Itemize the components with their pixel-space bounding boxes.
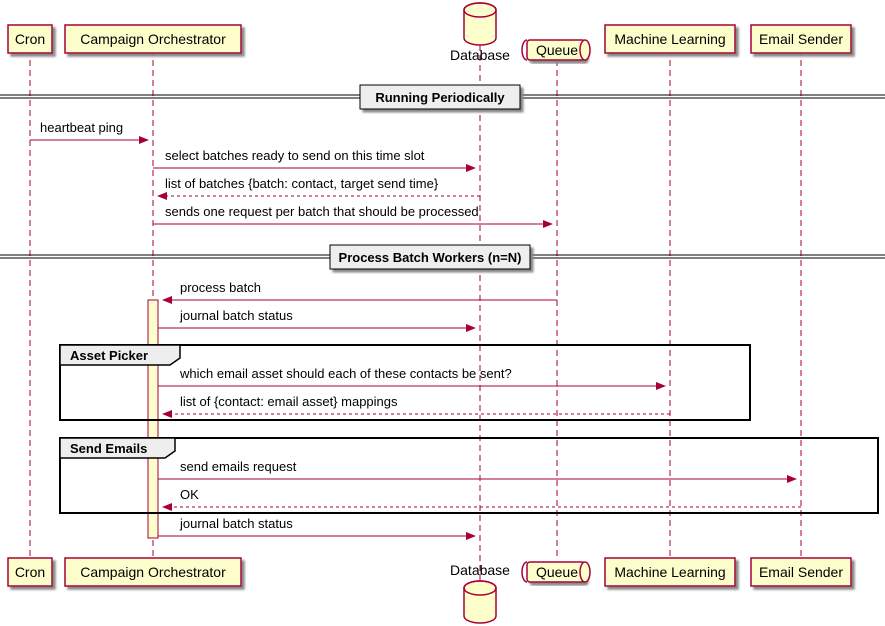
participant-ml-top: Machine Learning xyxy=(605,25,735,53)
participant-label: Email Sender xyxy=(759,31,843,47)
divider-label: Process Batch Workers (n=N) xyxy=(339,250,522,265)
message-journal-1: journal batch status xyxy=(158,308,475,328)
participant-label: Machine Learning xyxy=(614,564,725,580)
participant-label: Database xyxy=(450,562,510,578)
participant-cron-bottom: Cron xyxy=(8,558,52,586)
group-label-text: Asset Picker xyxy=(70,348,148,363)
group-label-text: Send Emails xyxy=(70,441,147,456)
participant-ml-bottom: Machine Learning xyxy=(605,558,735,586)
message-label: journal batch status xyxy=(179,308,293,323)
participant-orchestrator-bottom: Campaign Orchestrator xyxy=(65,558,241,586)
sequence-diagram: Cron Campaign Orchestrator Database Queu… xyxy=(0,0,885,626)
group-asset-picker: Asset Picker which email asset should ea… xyxy=(60,345,750,420)
message-select-batches: select batches ready to send on this tim… xyxy=(153,148,475,168)
divider-running: Running Periodically xyxy=(0,85,885,109)
message-label: heartbeat ping xyxy=(40,120,123,135)
group-send-emails: Send Emails send emails request OK xyxy=(60,438,878,513)
participant-sender-bottom: Email Sender xyxy=(751,558,851,586)
participant-label: Campaign Orchestrator xyxy=(80,564,226,580)
message-label: OK xyxy=(180,487,199,502)
participant-label: Email Sender xyxy=(759,564,843,580)
message-label: which email asset should each of these c… xyxy=(179,366,512,381)
message-label: journal batch status xyxy=(179,516,293,531)
message-label: process batch xyxy=(180,280,261,295)
message-list-batches: list of batches {batch: contact, target … xyxy=(158,176,480,196)
participant-label: Machine Learning xyxy=(614,31,725,47)
message-label: select batches ready to send on this tim… xyxy=(165,148,425,163)
message-process-batch: process batch xyxy=(163,280,557,300)
participant-label: Queue xyxy=(536,42,578,58)
participant-label: Queue xyxy=(536,564,578,580)
message-heartbeat: heartbeat ping xyxy=(30,120,148,140)
participant-sender-top: Email Sender xyxy=(751,25,851,53)
message-label: sends one request per batch that should … xyxy=(165,204,479,219)
message-sends-request: sends one request per batch that should … xyxy=(153,204,552,224)
participant-label: Cron xyxy=(15,564,45,580)
participant-database-bottom: Database xyxy=(450,562,510,623)
divider-label: Running Periodically xyxy=(375,90,505,105)
message-journal-2: journal batch status xyxy=(158,516,475,536)
message-label: list of {contact: email asset} mappings xyxy=(180,394,398,409)
participant-label: Campaign Orchestrator xyxy=(80,31,226,47)
participant-database-top: Database xyxy=(450,3,510,63)
participant-queue-top: Queue xyxy=(522,40,590,60)
participant-label: Database xyxy=(450,47,510,63)
message-label: send emails request xyxy=(180,459,297,474)
participant-label: Cron xyxy=(15,31,45,47)
message-label: list of batches {batch: contact, target … xyxy=(165,176,439,191)
participant-queue-bottom: Queue xyxy=(522,562,590,582)
participant-orchestrator-top: Campaign Orchestrator xyxy=(65,25,241,53)
divider-workers: Process Batch Workers (n=N) xyxy=(0,245,885,269)
participant-cron-top: Cron xyxy=(8,25,52,53)
